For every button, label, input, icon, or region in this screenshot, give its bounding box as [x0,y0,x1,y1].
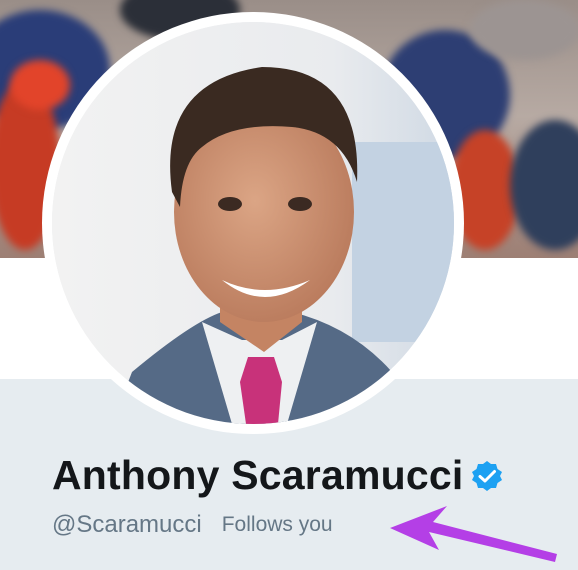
verified-badge-icon [471,460,503,492]
handle-row: @Scaramucci Follows you [52,511,333,539]
follows-you-label: Follows you [221,513,333,536]
profile-avatar[interactable] [42,12,464,434]
profile-handle[interactable]: @Scaramucci [52,511,202,539]
avatar-photo [52,22,454,424]
display-name-row: Anthony Scaramucci [52,452,503,499]
profile-display-name[interactable]: Anthony Scaramucci [52,452,463,499]
arrow-annotation-icon [390,506,557,562]
